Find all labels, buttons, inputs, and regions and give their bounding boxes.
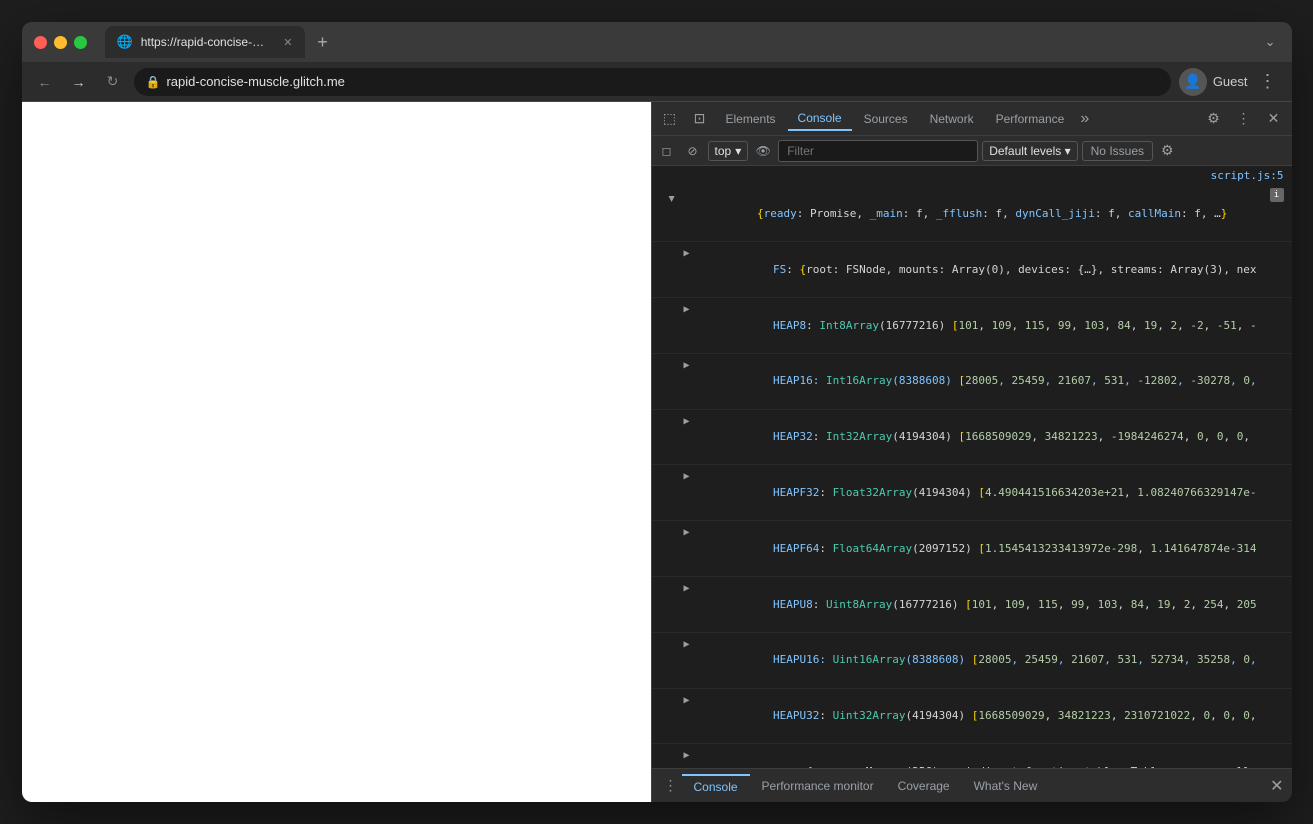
level-label: Default levels xyxy=(989,144,1061,158)
level-chevron-icon: ▾ xyxy=(1065,144,1071,158)
console-panel-icon[interactable]: ◻ xyxy=(656,140,678,162)
console-line: ▶ HEAPU16: Uint16Array(8388608) [28005, … xyxy=(652,633,1292,689)
traffic-lights xyxy=(34,36,87,49)
settings-icon[interactable]: ⚙ xyxy=(1200,105,1228,133)
devtools-header: ⬚ ⊡ Elements Console Sources Network Per… xyxy=(652,102,1292,136)
context-chevron-icon: ▾ xyxy=(735,144,741,158)
expand-arrow-icon[interactable]: ▶ xyxy=(684,302,690,318)
close-button[interactable] xyxy=(34,36,47,49)
browser-more-button[interactable]: ⋮ xyxy=(1254,68,1282,96)
context-selector[interactable]: top ▾ xyxy=(708,141,749,161)
lock-icon: 🔒 xyxy=(146,75,161,89)
expand-arrow-icon[interactable]: ▶ xyxy=(684,246,690,262)
close-bottom-panel-icon[interactable]: ✕ xyxy=(1270,776,1283,796)
bottom-tab-whats-new[interactable]: What's New xyxy=(962,775,1050,797)
line-content: HEAPU8: Uint8Array(16777216) [101, 109, … xyxy=(694,578,1284,631)
bottom-tab-coverage[interactable]: Coverage xyxy=(886,775,962,797)
new-tab-button[interactable]: + xyxy=(309,28,337,56)
main-content: ⬚ ⊡ Elements Console Sources Network Per… xyxy=(22,102,1292,802)
line-content: HEAPU16: Uint16Array(8388608) [28005, 25… xyxy=(694,634,1284,687)
eye-icon[interactable]: 👁 xyxy=(752,140,774,162)
line-content: HEAP16: Int16Array(8388608) [28005, 2545… xyxy=(694,355,1284,408)
expand-arrow-icon[interactable]: ▶ xyxy=(684,469,690,485)
title-bar: 🌐 https://rapid-concise-muscle.g... ✕ + … xyxy=(22,22,1292,62)
bottom-more-icon[interactable]: ⋮ xyxy=(660,773,682,798)
device-toolbar-icon[interactable]: ⊡ xyxy=(686,105,714,133)
console-settings-icon[interactable]: ⚙ xyxy=(1161,142,1174,159)
expand-arrow-icon[interactable]: ▶ xyxy=(663,195,679,201)
forward-button[interactable]: → xyxy=(66,69,92,95)
console-line: ▶ HEAPF64: Float64Array(2097152) [1.1545… xyxy=(652,521,1292,577)
tab-elements[interactable]: Elements xyxy=(716,108,786,130)
close-devtools-icon[interactable]: ✕ xyxy=(1260,105,1288,133)
tab-performance[interactable]: Performance xyxy=(986,108,1075,130)
line-content: HEAP8: Int8Array(16777216) [101, 109, 11… xyxy=(694,299,1284,352)
reload-button[interactable]: ↻ xyxy=(100,69,126,95)
line-content: HEAPF32: Float32Array(4194304) [4.490441… xyxy=(694,466,1284,519)
tab-area: 🌐 https://rapid-concise-muscle.g... ✕ + xyxy=(105,26,1257,58)
console-output[interactable]: script.js:5 ▶ {ready: Promise, _main: f,… xyxy=(652,166,1292,768)
clear-console-icon[interactable]: ⊘ xyxy=(682,140,704,162)
no-issues-badge: No Issues xyxy=(1082,141,1153,161)
devtools-toolbar: ◻ ⊘ top ▾ 👁 Default levels ▾ No Issues ⚙ xyxy=(652,136,1292,166)
expand-arrow-icon[interactable]: ▶ xyxy=(684,358,690,374)
devtools-panel: ⬚ ⊡ Elements Console Sources Network Per… xyxy=(652,102,1292,802)
page-area xyxy=(22,102,652,802)
line-content: asm: {memory: Memory(256), __indirect_fu… xyxy=(694,745,1284,768)
browser-window: 🌐 https://rapid-concise-muscle.g... ✕ + … xyxy=(22,22,1292,802)
context-label: top xyxy=(715,144,732,158)
more-tabs-button[interactable]: » xyxy=(1076,110,1093,128)
console-line: ▶ HEAPU8: Uint8Array(16777216) [101, 109… xyxy=(652,577,1292,633)
line-content: FS: {root: FSNode, mounts: Array(0), dev… xyxy=(694,243,1284,296)
console-line: ▶ FS: {root: FSNode, mounts: Array(0), d… xyxy=(652,242,1292,298)
line-content: HEAP32: Int32Array(4194304) [1668509029,… xyxy=(694,411,1284,464)
devtools-more-icon[interactable]: ⋮ xyxy=(1230,105,1258,133)
expand-arrow-icon[interactable]: ▶ xyxy=(684,414,690,430)
expand-arrow-icon[interactable]: ▶ xyxy=(684,637,690,653)
line-content: HEAPU32: Uint32Array(4194304) [166850902… xyxy=(694,690,1284,743)
level-selector[interactable]: Default levels ▾ xyxy=(982,141,1077,161)
bottom-tab-console[interactable]: Console xyxy=(682,774,750,798)
profile-avatar[interactable]: 👤 xyxy=(1179,68,1207,96)
tab-favicon: 🌐 xyxy=(117,34,133,50)
tab-console[interactable]: Console xyxy=(788,107,852,131)
console-line: ▶ HEAP8: Int8Array(16777216) [101, 109, … xyxy=(652,298,1292,354)
expand-arrow-icon[interactable]: ▶ xyxy=(684,748,690,764)
bottom-tab-performance-monitor[interactable]: Performance monitor xyxy=(750,775,886,797)
address-input-wrapper: 🔒 rapid-concise-muscle.glitch.me xyxy=(134,68,1171,96)
tab-title: https://rapid-concise-muscle.g... xyxy=(141,35,272,49)
maximize-button[interactable] xyxy=(74,36,87,49)
browser-tab[interactable]: 🌐 https://rapid-concise-muscle.g... ✕ xyxy=(105,26,305,58)
tab-sources[interactable]: Sources xyxy=(854,108,918,130)
expand-arrow-icon[interactable]: ▶ xyxy=(684,525,690,541)
minimize-button[interactable] xyxy=(54,36,67,49)
address-bar: ← → ↻ 🔒 rapid-concise-muscle.glitch.me 👤… xyxy=(22,62,1292,102)
tab-network[interactable]: Network xyxy=(920,108,984,130)
console-line: ▶ HEAP32: Int32Array(4194304) [166850902… xyxy=(652,410,1292,466)
profile-area: 👤 Guest ⋮ xyxy=(1179,68,1282,96)
console-line: ▶ HEAP16: Int16Array(8388608) [28005, 25… xyxy=(652,354,1292,410)
profile-name: Guest xyxy=(1213,74,1248,89)
line-content: HEAPF64: Float64Array(2097152) [1.154541… xyxy=(694,522,1284,575)
filter-input[interactable] xyxy=(778,140,978,162)
console-line: ▶ asm: {memory: Memory(256), __indirect_… xyxy=(652,744,1292,768)
expand-arrow-icon[interactable]: ▶ xyxy=(684,581,690,597)
devtools-bottom-bar: ⋮ Console Performance monitor Coverage W… xyxy=(652,768,1292,802)
console-line: ▶ {ready: Promise, _main: f, _fflush: f,… xyxy=(652,187,1292,243)
tag-icon: i xyxy=(1270,188,1284,202)
console-line: ▶ HEAPU32: Uint32Array(4194304) [1668509… xyxy=(652,689,1292,745)
inspect-element-icon[interactable]: ⬚ xyxy=(656,105,684,133)
script-link[interactable]: script.js:5 xyxy=(652,166,1292,187)
expand-arrow-icon[interactable]: ▶ xyxy=(684,693,690,709)
devtools-header-right: ⚙ ⋮ ✕ xyxy=(1200,105,1288,133)
console-line: ▶ HEAPF32: Float32Array(4194304) [4.4904… xyxy=(652,465,1292,521)
back-button[interactable]: ← xyxy=(32,69,58,95)
address-text: rapid-concise-muscle.glitch.me xyxy=(166,74,1158,89)
tab-close-icon[interactable]: ✕ xyxy=(283,36,292,49)
line-content: {ready: Promise, _main: f, _fflush: f, d… xyxy=(678,188,1266,241)
window-controls: ⌄ xyxy=(1265,34,1280,50)
